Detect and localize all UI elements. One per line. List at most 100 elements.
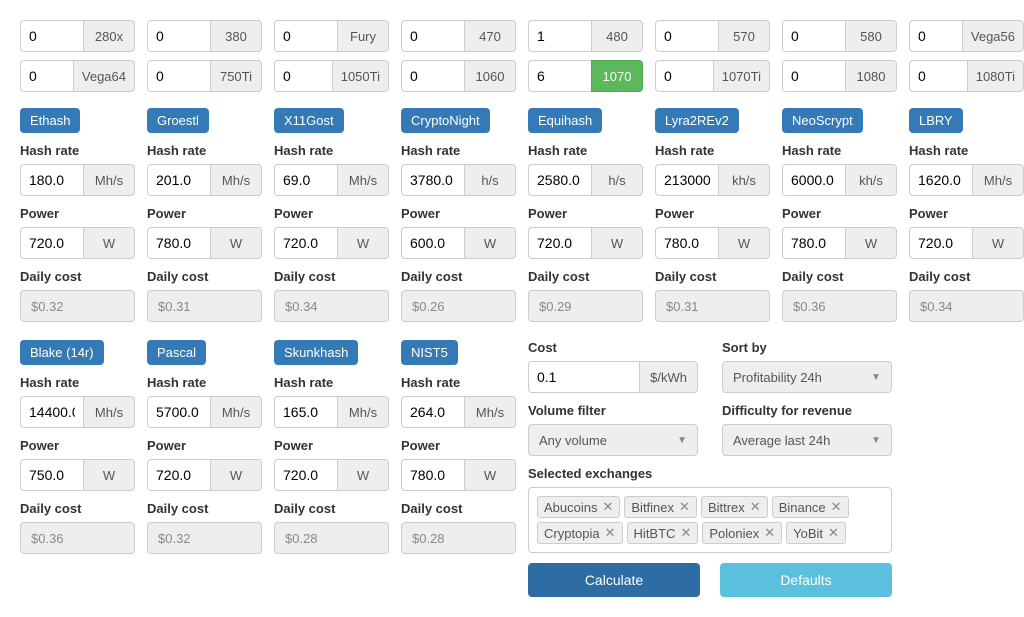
hash-rate-input[interactable] [20, 164, 83, 196]
close-icon[interactable]: ✕ [750, 499, 761, 515]
exchange-tag[interactable]: Abucoins✕ [537, 496, 620, 518]
exchange-tag[interactable]: HitBTC✕ [627, 522, 699, 544]
volume-filter-label: Volume filter [528, 403, 698, 418]
gpu-label[interactable]: 380 [210, 20, 262, 52]
gpu-label[interactable]: 280x [83, 20, 135, 52]
gpu-label[interactable]: Vega64 [73, 60, 135, 92]
gpu-count-input[interactable] [274, 60, 332, 92]
algo-button[interactable]: NIST5 [401, 340, 458, 365]
power-input[interactable] [20, 459, 83, 491]
exchange-tag[interactable]: Cryptopia✕ [537, 522, 623, 544]
sort-by-select[interactable]: Profitability 24h ▼ [722, 361, 892, 393]
hash-rate-input[interactable] [147, 164, 210, 196]
gpu-count-input[interactable] [20, 60, 73, 92]
algo-button[interactable]: Blake (14r) [20, 340, 104, 365]
calculate-button[interactable]: Calculate [528, 563, 700, 597]
power-input[interactable] [401, 227, 464, 259]
daily-cost-value: $0.36 [782, 290, 897, 322]
power-input[interactable] [401, 459, 464, 491]
hash-rate-input[interactable] [655, 164, 718, 196]
gpu-count-input[interactable] [909, 20, 962, 52]
gpu-label[interactable]: 480 [591, 20, 643, 52]
algo-button[interactable]: X11Gost [274, 108, 344, 133]
hash-rate-input[interactable] [274, 164, 337, 196]
hash-rate-input[interactable] [274, 396, 337, 428]
difficulty-select[interactable]: Average last 24h ▼ [722, 424, 892, 456]
hash-rate-input[interactable] [909, 164, 972, 196]
algo-button[interactable]: LBRY [909, 108, 963, 133]
hash-rate-input[interactable] [782, 164, 845, 196]
gpu-count-input[interactable] [782, 20, 845, 52]
cost-input[interactable] [528, 361, 639, 393]
gpu-label[interactable]: 1060 [464, 60, 516, 92]
exchange-name: Bitfinex [631, 500, 674, 515]
exchanges-box[interactable]: Abucoins✕Bitfinex✕Bittrex✕Binance✕Crypto… [528, 487, 892, 553]
gpu-count-input[interactable] [655, 20, 718, 52]
exchange-tag[interactable]: Bittrex✕ [701, 496, 768, 518]
power-input[interactable] [20, 227, 83, 259]
gpu-label[interactable]: 1080 [845, 60, 897, 92]
gpu-label[interactable]: 750Ti [210, 60, 262, 92]
gpu-label[interactable]: Fury [337, 20, 389, 52]
algo-button[interactable]: Ethash [20, 108, 80, 133]
close-icon[interactable]: ✕ [828, 525, 839, 541]
gpu-count-input[interactable] [528, 60, 591, 92]
daily-cost-value: $0.28 [274, 522, 389, 554]
hash-rate-unit: Mh/s [337, 396, 389, 428]
gpu-label[interactable]: 1070 [591, 60, 643, 92]
gpu-label[interactable]: 570 [718, 20, 770, 52]
power-input[interactable] [147, 459, 210, 491]
defaults-button[interactable]: Defaults [720, 563, 892, 597]
gpu-label[interactable]: 470 [464, 20, 516, 52]
close-icon[interactable]: ✕ [764, 525, 775, 541]
exchange-tag[interactable]: Binance✕ [772, 496, 849, 518]
daily-cost-label: Daily cost [20, 501, 135, 516]
gpu-count-input[interactable] [782, 60, 845, 92]
hash-rate-input[interactable] [401, 164, 464, 196]
hash-rate-input[interactable] [401, 396, 464, 428]
gpu-count-input[interactable] [147, 20, 210, 52]
exchange-tag[interactable]: Bitfinex ✕ [624, 496, 697, 518]
close-icon[interactable]: ✕ [679, 499, 690, 515]
power-input[interactable] [782, 227, 845, 259]
chevron-down-icon: ▼ [677, 435, 687, 446]
power-input[interactable] [528, 227, 591, 259]
algo-button[interactable]: Skunkhash [274, 340, 358, 365]
algo-button[interactable]: Groestl [147, 108, 209, 133]
exchange-tag[interactable]: Poloniex✕ [702, 522, 782, 544]
power-input[interactable] [274, 459, 337, 491]
difficulty-label: Difficulty for revenue [722, 403, 892, 418]
power-input[interactable] [909, 227, 972, 259]
gpu-count-input[interactable] [655, 60, 713, 92]
gpu-count-input[interactable] [147, 60, 210, 92]
power-input[interactable] [274, 227, 337, 259]
gpu-label[interactable]: 1070Ti [713, 60, 770, 92]
hash-rate-input[interactable] [147, 396, 210, 428]
power-input[interactable] [655, 227, 718, 259]
volume-filter-select[interactable]: Any volume ▼ [528, 424, 698, 456]
gpu-count-input[interactable] [401, 60, 464, 92]
gpu-count-input[interactable] [909, 60, 967, 92]
hash-rate-input[interactable] [20, 396, 83, 428]
algo-button[interactable]: NeoScrypt [782, 108, 863, 133]
gpu-count-input[interactable] [274, 20, 337, 52]
hash-rate-input[interactable] [528, 164, 591, 196]
close-icon[interactable]: ✕ [831, 499, 842, 515]
gpu-count-input[interactable] [528, 20, 591, 52]
gpu-label[interactable]: 1080Ti [967, 60, 1024, 92]
gpu-count-input[interactable] [401, 20, 464, 52]
power-input[interactable] [147, 227, 210, 259]
algo-button[interactable]: CryptoNight [401, 108, 490, 133]
algo-button[interactable]: Lyra2REv2 [655, 108, 739, 133]
gpu-label[interactable]: 1050Ti [332, 60, 389, 92]
gpu-label[interactable]: 580 [845, 20, 897, 52]
gpu-input-580: 580 [782, 20, 897, 52]
gpu-label[interactable]: Vega56 [962, 20, 1024, 52]
close-icon[interactable]: ✕ [605, 525, 616, 541]
algo-button[interactable]: Equihash [528, 108, 602, 133]
close-icon[interactable]: ✕ [680, 525, 691, 541]
gpu-count-input[interactable] [20, 20, 83, 52]
close-icon[interactable]: ✕ [602, 499, 613, 515]
algo-button[interactable]: Pascal [147, 340, 206, 365]
exchange-tag[interactable]: YoBit✕ [786, 522, 846, 544]
